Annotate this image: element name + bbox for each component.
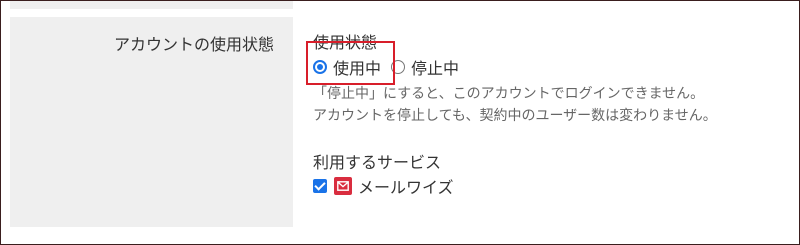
note-line: アカウントを停止しても、契約中のユーザー数は変わりません。 (313, 108, 717, 124)
service-name: メールワイズ (358, 178, 454, 197)
usage-status-note: 「停止中」にすると、このアカウントでログインできません。 アカウントを停止しても… (313, 83, 717, 127)
field-label: アカウントの使用状態 (113, 35, 274, 54)
service-checkbox[interactable] (313, 179, 327, 193)
radio-suspended[interactable]: 停止中 (391, 55, 459, 79)
label-column-strip (10, 1, 293, 9)
radio-suspended-label: 停止中 (411, 59, 460, 78)
services-title: 利用するサービス (313, 153, 442, 172)
note-line: 「停止中」にすると、このアカウントでログインできません。 (313, 86, 705, 102)
field-label-cell: アカウントの使用状態 (10, 17, 293, 227)
mail-icon (334, 177, 352, 195)
highlight-annotation-box (306, 41, 395, 85)
service-item-mailwise[interactable]: メールワイズ (313, 176, 454, 197)
